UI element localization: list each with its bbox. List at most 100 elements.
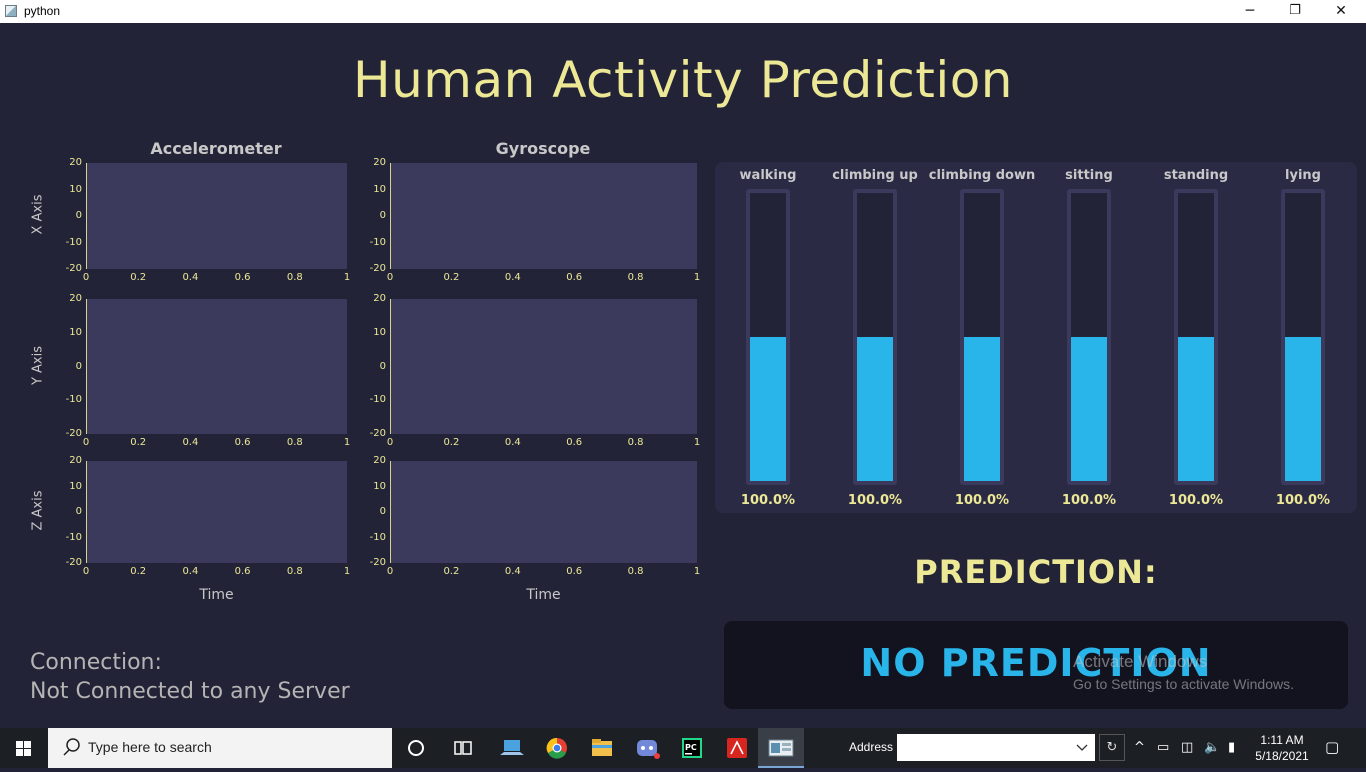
taskbar-search[interactable]: Type here to search: [48, 728, 392, 768]
taskbar: Type here to search PC Address ↻ ^ ▭ ◫ 🔈…: [0, 728, 1366, 768]
volume-icon[interactable]: 🔈: [1204, 740, 1220, 755]
x-tick-label: 1: [343, 566, 351, 577]
y-tick-label: 10: [373, 183, 386, 195]
bar-track: [964, 193, 1000, 481]
activity-label: climbing up: [832, 168, 918, 183]
x-tick-label: 1: [693, 437, 701, 448]
laptop-icon[interactable]: [490, 728, 535, 768]
activity-probability-bar: [1067, 189, 1111, 485]
x-tick-label: 0.8: [627, 566, 644, 577]
x-tick-label: 0: [82, 566, 90, 577]
x-tick-label: 0.4: [182, 272, 199, 283]
x-tick-label: 0: [386, 437, 394, 448]
bar-fill: [964, 337, 1000, 481]
y-axis-label: Y Axis: [30, 345, 46, 385]
x-tick-label: 1: [343, 272, 351, 283]
x-tick-label: 0: [82, 272, 90, 283]
y-tick-label: 0: [379, 210, 386, 221]
x-tick-label: 1: [343, 437, 351, 448]
file-explorer-icon[interactable]: [580, 728, 625, 768]
activity-probability-bar: [1281, 189, 1325, 485]
connection-status: Connection: Not Connected to any Server: [30, 648, 350, 706]
close-button[interactable]: ✕: [1318, 0, 1364, 23]
sensor-plot: [86, 461, 347, 563]
x-tick-label: 0.4: [182, 566, 199, 577]
refresh-button[interactable]: ↻: [1099, 734, 1125, 761]
x-tick-label: 1: [693, 272, 701, 283]
x-tick-label: 0.6: [234, 272, 251, 283]
y-tick-label: 20: [373, 157, 386, 168]
x-tick-label: 0.2: [130, 566, 147, 577]
x-tick-label: 0.8: [286, 272, 303, 283]
y-tick-label: 0: [75, 360, 82, 372]
x-tick-label: 0.4: [182, 437, 199, 448]
activity-probability-panel: walking 100.0% climbing up 100.0% climbing d…: [715, 162, 1357, 513]
minimize-button[interactable]: ─: [1227, 0, 1273, 23]
pycharm-icon[interactable]: PC: [670, 728, 715, 768]
x-tick-label: 0.2: [130, 437, 147, 448]
python-app-icon[interactable]: [758, 728, 804, 768]
sensor-plot: [86, 299, 347, 434]
maximize-button[interactable]: ❐: [1272, 0, 1318, 23]
x-tick-label: 0.4: [504, 566, 521, 577]
x-tick-label: 0.8: [627, 437, 644, 448]
app-window: Human Activity Prediction Accelerometer G…: [0, 23, 1366, 728]
bar-track: [750, 193, 786, 481]
x-tick-label: 0.8: [286, 566, 303, 577]
plot-column-title: Gyroscope: [495, 139, 591, 158]
activity-probability-bar: [1174, 189, 1218, 485]
acrobat-icon[interactable]: [715, 728, 760, 768]
y-tick-label: 10: [69, 326, 82, 338]
bar-track: [1285, 193, 1321, 481]
bar-fill: [857, 337, 893, 481]
activity-label: climbing down: [928, 168, 1036, 183]
search-icon: [63, 738, 80, 756]
notifications-icon[interactable]: ▢: [1325, 738, 1339, 756]
sensor-plot: [390, 299, 697, 434]
y-tick-label: 20: [373, 293, 386, 304]
bar-fill: [1071, 337, 1107, 481]
watermark-line-2: Go to Settings to activate Windows.: [1073, 676, 1294, 692]
y-tick-label: 0: [75, 210, 82, 221]
activity-percentage: 100.0%: [740, 493, 796, 508]
x-tick-label: 1: [693, 566, 701, 577]
cortana-icon[interactable]: [394, 728, 439, 768]
y-tick-label: -10: [369, 236, 386, 248]
activity-percentage: 100.0%: [1168, 493, 1224, 508]
prediction-heading: PREDICTION:: [914, 553, 1158, 591]
windows-icon: [16, 741, 31, 756]
y-tick-label: 0: [379, 506, 386, 517]
activity-percentage: 100.0%: [954, 493, 1010, 508]
y-axis-label: Z Axis: [30, 490, 46, 531]
chrome-icon[interactable]: [535, 728, 580, 768]
bar-fill: [1285, 337, 1321, 481]
task-view-icon[interactable]: [440, 728, 485, 768]
address-input[interactable]: [897, 734, 1095, 761]
y-tick-label: 20: [69, 455, 82, 466]
x-tick-label: 0.6: [566, 272, 583, 283]
network-icon[interactable]: ▭: [1157, 740, 1169, 755]
meet-now-icon[interactable]: ◫: [1181, 740, 1193, 755]
x-tick-label: 0.2: [443, 272, 460, 283]
clock-time: 1:11 AM: [1260, 733, 1304, 747]
activity-percentage: 100.0%: [847, 493, 903, 508]
start-button[interactable]: [0, 728, 48, 768]
x-axis-label: Time: [199, 587, 234, 603]
bar-track: [1178, 193, 1214, 481]
x-tick-label: 0.6: [234, 437, 251, 448]
chevron-up-icon[interactable]: ^: [1134, 740, 1145, 755]
x-tick-label: 0: [386, 272, 394, 283]
discord-icon[interactable]: [625, 728, 670, 768]
microphone-icon[interactable]: ▮: [1228, 740, 1235, 755]
taskbar-clock[interactable]: 1:11 AM 5/18/2021: [1250, 732, 1314, 764]
chevron-down-icon[interactable]: [1075, 734, 1089, 761]
x-tick-label: 0.2: [443, 566, 460, 577]
activation-watermark: Activate Windows Go to Settings to activ…: [1073, 652, 1294, 692]
bar-fill: [750, 337, 786, 481]
y-axis-label: X Axis: [30, 194, 46, 235]
activity-probability-bar: [853, 189, 897, 485]
activity-probability-bar: [746, 189, 790, 485]
clock-date: 5/18/2021: [1255, 749, 1309, 763]
window-title: python: [24, 4, 61, 18]
sensor-plot: [86, 163, 347, 269]
